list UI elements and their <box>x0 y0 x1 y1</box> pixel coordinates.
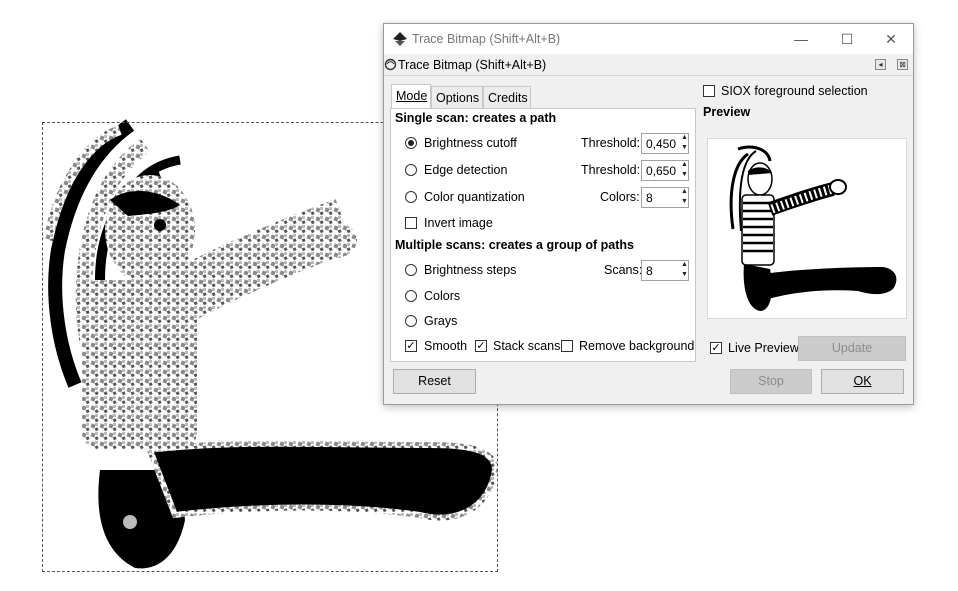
colors-label: Colors: <box>600 190 640 204</box>
brightness-cutoff-radio[interactable] <box>405 137 417 149</box>
inkscape-icon <box>393 32 407 46</box>
invert-image-label: Invert image <box>424 216 493 230</box>
remove-background-label: Remove background <box>579 339 695 353</box>
spin-down-icon[interactable]: ▼ <box>679 143 690 153</box>
check-icon: ✓ <box>476 340 486 352</box>
colors-radio[interactable] <box>405 290 417 302</box>
remove-background-checkbox[interactable] <box>561 340 573 352</box>
check-icon: ✓ <box>711 342 721 354</box>
scans-label: Scans: <box>604 263 643 277</box>
brightness-threshold-value: 0,450 <box>646 137 677 151</box>
trace-bitmap-dialog: Trace Bitmap (Shift+Alt+B) — ☐ ✕ Trace B… <box>383 23 914 405</box>
smooth-checkbox[interactable]: ✓ <box>405 340 417 352</box>
spin-down-icon[interactable]: ▼ <box>679 270 690 280</box>
tab-credits-label: Credits <box>488 91 528 105</box>
edge-detection-radio[interactable] <box>405 164 417 176</box>
spin-up-icon[interactable]: ▲ <box>679 160 690 170</box>
spin-up-icon[interactable]: ▲ <box>679 260 690 270</box>
preview-heading: Preview <box>703 105 751 119</box>
minimize-icon[interactable]: — <box>778 24 824 54</box>
spin-up-icon[interactable]: ▲ <box>679 187 690 197</box>
colors-count-value: 8 <box>646 191 653 205</box>
tab-mode[interactable]: Mode <box>391 84 431 109</box>
color-quantization-radio[interactable] <box>405 191 417 203</box>
smooth-label: Smooth <box>424 339 468 353</box>
threshold-label: Threshold: <box>581 136 641 150</box>
brightness-cutoff-label: Brightness cutoff <box>424 136 517 150</box>
maximize-icon[interactable]: ☐ <box>824 24 870 54</box>
dock-close-icon[interactable]: ⊠ <box>897 59 908 70</box>
tab-options[interactable]: Options <box>431 86 483 108</box>
dock-titlebar: Trace Bitmap (Shift+Alt+B) ◂ ⊠ <box>384 55 913 76</box>
siox-checkbox[interactable] <box>703 85 715 97</box>
ok-button[interactable]: OK <box>821 369 904 394</box>
spin-down-icon[interactable]: ▼ <box>679 170 690 180</box>
colors-option-label: Colors <box>424 289 461 303</box>
scans-count-stepper[interactable]: ▲ ▼ <box>679 260 690 281</box>
tab-credits[interactable]: Credits <box>483 86 531 108</box>
dock-left-icon[interactable]: ◂ <box>875 59 886 70</box>
brightness-steps-radio[interactable] <box>405 264 417 276</box>
dock-title: Trace Bitmap (Shift+Alt+B) <box>398 58 547 72</box>
edge-threshold-stepper[interactable]: ▲ ▼ <box>679 160 690 181</box>
multiple-scans-heading: Multiple scans: creates a group of paths <box>395 238 634 252</box>
trace-preview <box>707 138 907 319</box>
spin-down-icon[interactable]: ▼ <box>679 197 690 207</box>
live-preview-checkbox[interactable]: ✓ <box>710 342 722 354</box>
edge-threshold-value: 0,650 <box>646 164 677 178</box>
window-titlebar[interactable]: Trace Bitmap (Shift+Alt+B) — ☐ ✕ <box>384 24 913 54</box>
stack-scans-label: Stack scans <box>493 339 561 353</box>
tab-options-label: Options <box>436 91 480 105</box>
stack-scans-checkbox[interactable]: ✓ <box>475 340 487 352</box>
edge-detection-label: Edge detection <box>424 163 508 177</box>
brightness-threshold-stepper[interactable]: ▲ ▼ <box>679 133 690 154</box>
grays-option-label: Grays <box>424 314 458 328</box>
single-scan-heading: Single scan: creates a path <box>395 111 557 125</box>
reset-button[interactable]: Reset <box>393 369 476 394</box>
preview-image <box>729 145 897 311</box>
trace-bitmap-icon <box>384 58 397 71</box>
update-button[interactable]: Update <box>798 336 906 361</box>
threshold-label: Threshold: <box>581 163 641 177</box>
tab-mode-label: Mode <box>396 89 428 103</box>
color-quantization-label: Color quantization <box>424 190 525 204</box>
check-icon: ✓ <box>406 340 416 352</box>
brightness-steps-label: Brightness steps <box>424 263 517 277</box>
window-title: Trace Bitmap (Shift+Alt+B) <box>412 32 561 46</box>
colors-count-stepper[interactable]: ▲ ▼ <box>679 187 690 208</box>
spin-up-icon[interactable]: ▲ <box>679 133 690 143</box>
invert-image-checkbox[interactable] <box>405 217 417 229</box>
close-icon[interactable]: ✕ <box>868 24 914 54</box>
live-preview-label: Live Preview <box>728 341 799 355</box>
siox-label: SIOX foreground selection <box>721 84 868 98</box>
scans-count-value: 8 <box>646 264 653 278</box>
grays-radio[interactable] <box>405 315 417 327</box>
stop-button[interactable]: Stop <box>730 369 812 394</box>
